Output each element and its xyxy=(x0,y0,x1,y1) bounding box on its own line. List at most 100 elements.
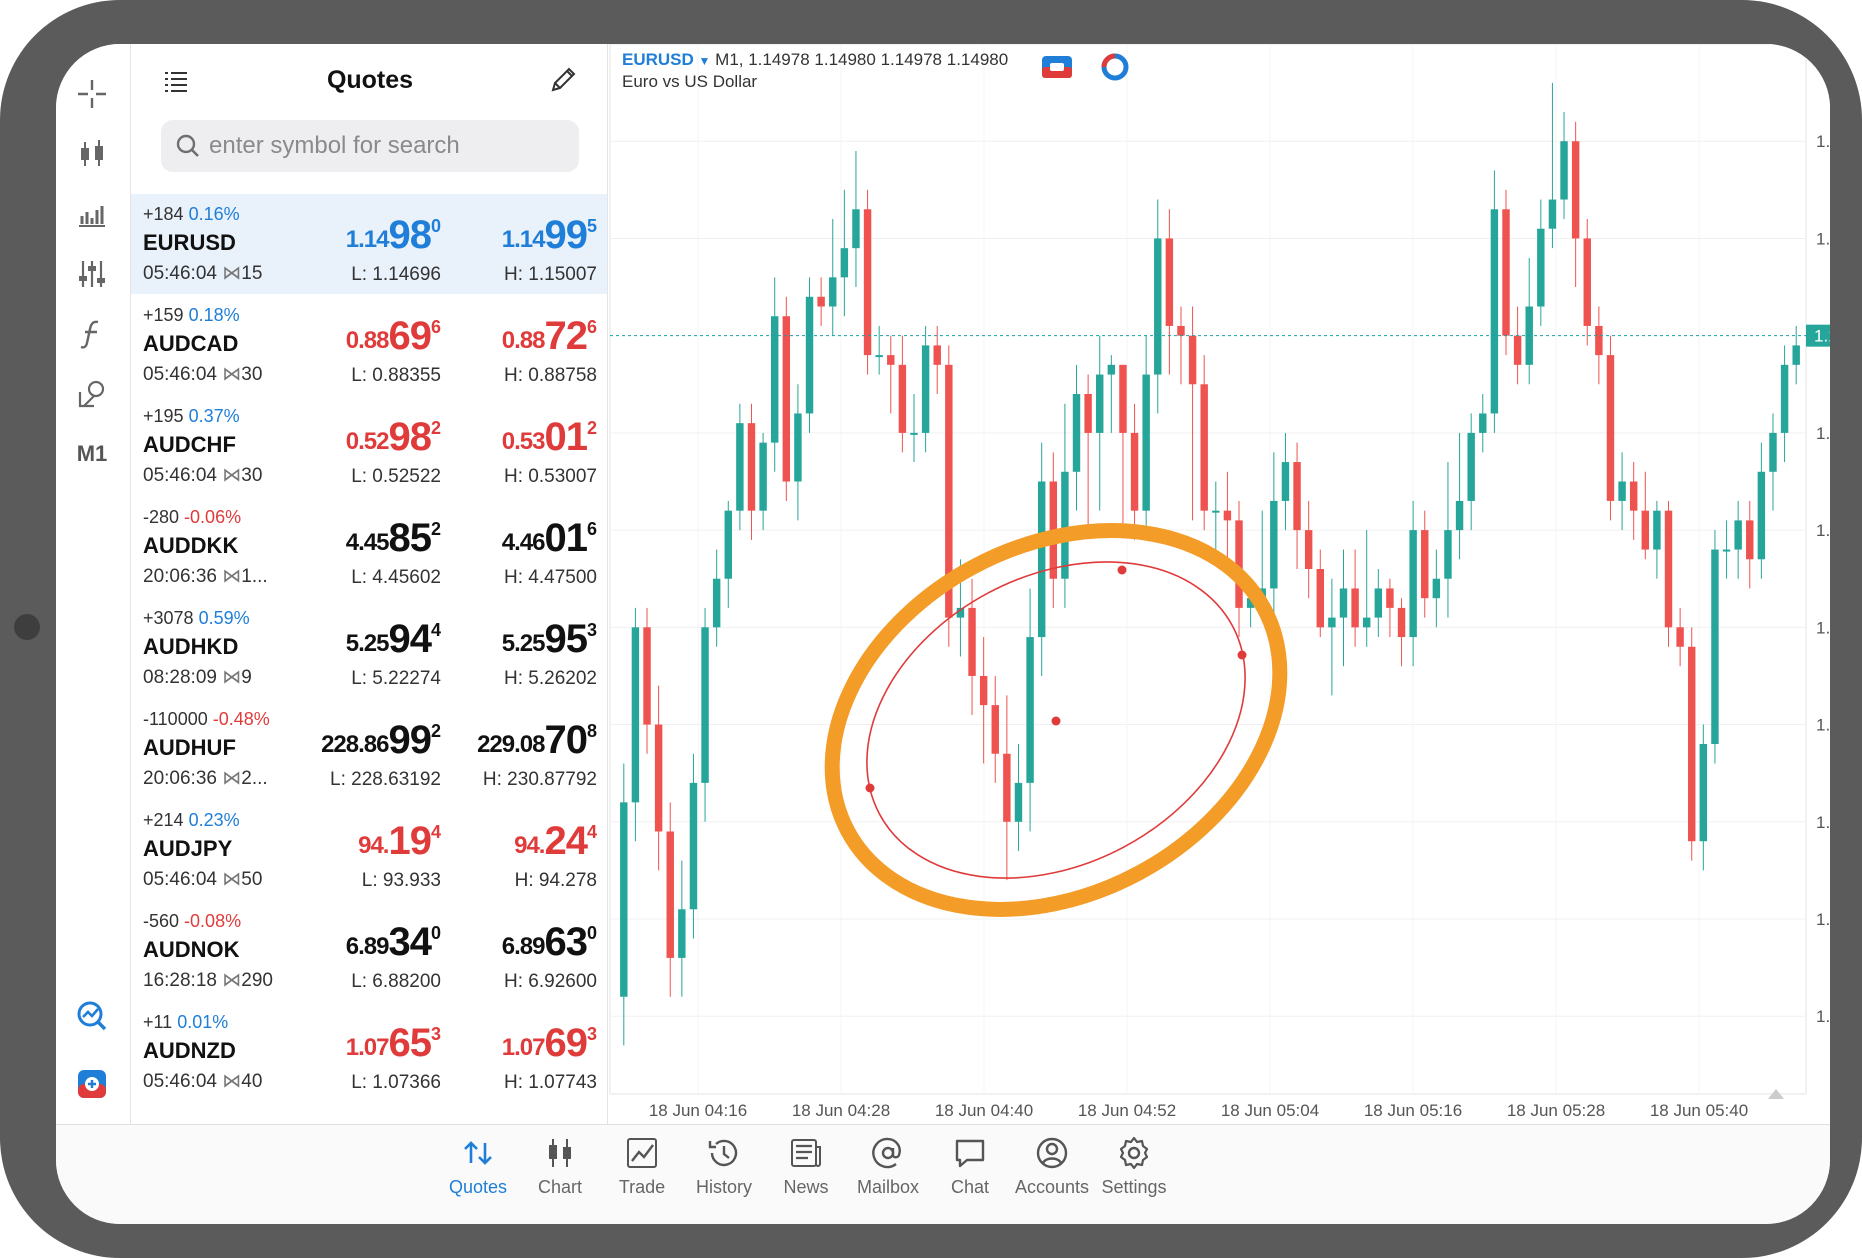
function-icon[interactable] xyxy=(68,310,116,358)
quote-row-audnzd[interactable]: +11 0.01% AUDNZD 05:46:04 ⋈40 1.07 65 3 1.07 69… xyxy=(131,1002,607,1102)
quote-time: 16:28:18 ⋈290 xyxy=(143,969,273,992)
candle-body xyxy=(1270,500,1278,589)
search-input[interactable] xyxy=(209,132,569,160)
quote-bid[interactable]: 1.07 65 3 xyxy=(346,1022,441,1072)
mailbox-at-icon xyxy=(872,1137,901,1169)
chart-area[interactable]: 1.15000 1.14990 1.14970 1.14960 1.14950 1.149… xyxy=(608,44,1830,1124)
candle-body xyxy=(1386,588,1394,608)
timeframe-button[interactable]: M1 xyxy=(68,430,116,478)
chart-symbol-dropdown-icon[interactable]: ▼ xyxy=(699,54,711,68)
candle-body xyxy=(1107,364,1116,375)
news-icon xyxy=(791,1139,821,1167)
quote-bid[interactable]: 0.88 69 6 xyxy=(346,315,441,365)
quote-low: L: 0.88355 xyxy=(351,365,441,386)
camera-dot xyxy=(14,614,40,640)
bid-prefix: 0.52 xyxy=(345,428,390,455)
bid-pips: 98 xyxy=(388,415,431,459)
trade-chart-icon xyxy=(627,1138,657,1168)
quote-ask[interactable]: 94. 24 4 xyxy=(514,820,597,870)
quote-ask[interactable]: 5.25 95 3 xyxy=(502,618,597,668)
quote-symbol: AUDHUF xyxy=(143,735,236,760)
chat-bubble-icon xyxy=(955,1139,985,1168)
quote-bid[interactable]: 228.86 99 2 xyxy=(321,719,441,769)
time-tick-label: 18 Jun 05:40 xyxy=(1650,1101,1748,1120)
quote-ask[interactable]: 4.46 01 6 xyxy=(502,517,597,567)
quote-ask[interactable]: 229.08 70 8 xyxy=(477,719,597,769)
quote-ask[interactable]: 0.88 72 6 xyxy=(502,315,597,365)
quote-bid[interactable]: 4.45 85 2 xyxy=(346,517,441,567)
chart-type-candles-icon[interactable] xyxy=(68,130,116,178)
quote-change-percent: 0.18% xyxy=(188,305,240,325)
candle-body xyxy=(1397,607,1406,638)
trading-signals-icon[interactable] xyxy=(68,992,116,1040)
ask-fraction: 4 xyxy=(586,822,597,842)
quote-bid[interactable]: 94. 19 4 xyxy=(358,820,441,870)
candlestick-chart[interactable]: 1.15000 1.14990 1.14970 1.14960 1.14950 1.149… xyxy=(608,44,1830,1124)
candle-body xyxy=(863,209,872,356)
quote-bid[interactable]: 0.52 98 2 xyxy=(346,416,441,466)
ask-prefix: 94. xyxy=(514,832,545,859)
quote-change-points: +159 xyxy=(143,305,184,325)
quote-row-audchf[interactable]: +195 0.37% AUDCHF 05:46:04 ⋈30 0.52 98 2 0.53 0… xyxy=(131,396,607,496)
quote-change-points: +3078 xyxy=(143,608,194,628)
quote-row-audcad[interactable]: +159 0.18% AUDCAD 05:46:04 ⋈30 0.88 69 6 0.88 7… xyxy=(131,295,607,395)
quote-row-audhkd[interactable]: +3078 0.59% AUDHKD 08:28:09 ⋈9 5.25 94 4 5.25 9… xyxy=(131,598,607,698)
tab-settings[interactable]: Settings xyxy=(1086,1135,1182,1215)
quote-low: L: 6.88200 xyxy=(351,971,441,992)
quote-spread: 290 xyxy=(241,970,273,991)
one-click-trading-button-icon[interactable] xyxy=(1042,56,1072,78)
candle-body xyxy=(1339,588,1348,618)
indicators-icon[interactable] xyxy=(68,190,116,238)
bid-pips: 65 xyxy=(388,1021,431,1065)
candle-body xyxy=(887,355,895,365)
ask-pips: 99 xyxy=(544,213,587,257)
quote-bid[interactable]: 6.89 34 0 xyxy=(346,921,441,971)
crosshair-icon[interactable] xyxy=(68,70,116,118)
candle-body xyxy=(1548,199,1557,229)
candle-body xyxy=(1362,617,1371,628)
symbol-search[interactable] xyxy=(161,120,579,172)
depth-of-market-icon[interactable] xyxy=(1101,53,1129,81)
quote-ask[interactable]: 1.14 99 5 xyxy=(502,214,597,264)
ellipse-anchor-point xyxy=(1117,565,1127,575)
time-tick-label: 18 Jun 04:16 xyxy=(649,1101,747,1120)
spread-icon: ⋈ xyxy=(222,1071,242,1092)
quote-change-percent: -0.48% xyxy=(212,709,270,729)
quote-spread: 30 xyxy=(241,364,263,385)
ask-fraction: 6 xyxy=(586,519,597,539)
quote-bid[interactable]: 1.14 98 0 xyxy=(346,214,441,264)
candle-body xyxy=(1629,481,1638,511)
quote-row-audjpy[interactable]: +214 0.23% AUDJPY 05:46:04 ⋈50 94. 19 4 94. 24 4… xyxy=(131,800,607,900)
quote-spread: 9 xyxy=(241,667,252,688)
one-click-trade-icon[interactable] xyxy=(68,1060,116,1108)
quote-change-percent: 0.16% xyxy=(188,204,240,224)
quote-row-audhuf[interactable]: -110000 -0.48% AUDHUF 20:06:36 ⋈2... 228.86… xyxy=(131,699,607,799)
quotes-header: Quotes xyxy=(131,44,607,118)
ask-pips: 70 xyxy=(544,718,587,762)
quote-row-audnok[interactable]: -560 -0.08% AUDNOK 16:28:18 ⋈290 6.89 34 0 6.8… xyxy=(131,901,607,1001)
edit-pencil-icon[interactable] xyxy=(547,64,579,96)
quote-bid[interactable]: 5.25 94 4 xyxy=(346,618,441,668)
candle-body xyxy=(1281,462,1290,501)
candle-body xyxy=(1780,364,1789,433)
settings-sliders-icon[interactable] xyxy=(68,250,116,298)
candle-body xyxy=(1757,471,1766,560)
objects-shapes-icon[interactable] xyxy=(68,370,116,418)
candle-body xyxy=(1096,374,1104,433)
quote-row-auddkk[interactable]: -280 -0.06% AUDDKK 20:06:36 ⋈1... 4.45 85 2 4.… xyxy=(131,497,607,597)
ask-pips: 01 xyxy=(544,415,587,459)
quote-ask[interactable]: 1.07 69 3 xyxy=(502,1022,597,1072)
chart-symbol[interactable]: EURUSD xyxy=(622,50,694,69)
quote-ask[interactable]: 0.53 01 2 xyxy=(502,416,597,466)
candle-body xyxy=(643,627,651,725)
quote-change: +159 0.18% xyxy=(143,305,240,326)
bottom-tabbar: Quotes Chart Trade History News Mailbox Chat Ac… xyxy=(56,1124,1830,1224)
candle-body xyxy=(840,248,849,278)
bid-fraction: 2 xyxy=(430,418,441,438)
quotes-panel: Quotes +184 0.16%EURUSD05:46:04 ⋈151.149… xyxy=(130,44,608,1124)
candle-body xyxy=(782,316,791,482)
bid-pips: 99 xyxy=(388,718,431,762)
quote-change-percent: 0.01% xyxy=(177,1012,229,1032)
quote-ask[interactable]: 6.89 63 0 xyxy=(502,921,597,971)
quote-row-eurusd[interactable]: +184 0.16% EURUSD 05:46:04 ⋈15 1.14 98 0 1.14 9… xyxy=(131,194,607,294)
